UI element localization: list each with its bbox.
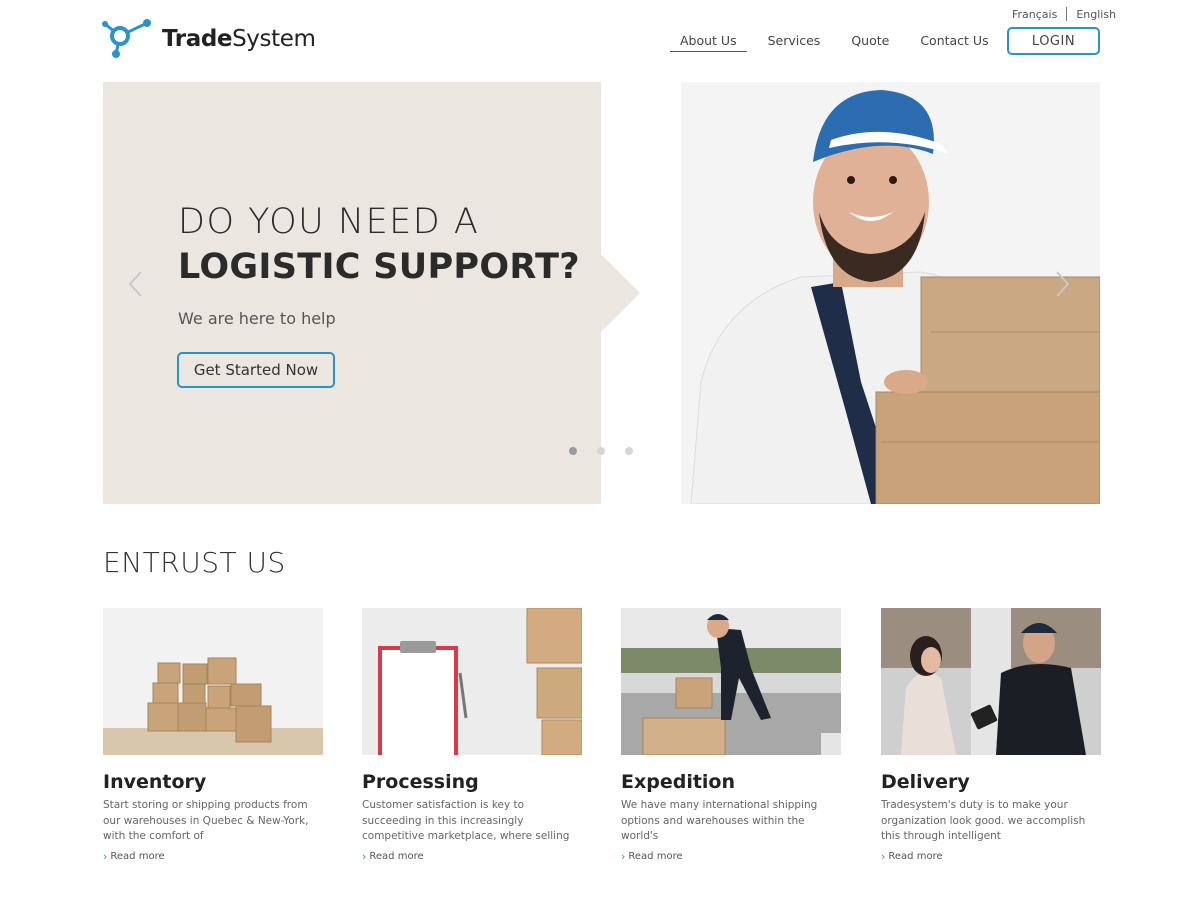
read-more-link[interactable]: › Read more <box>103 850 165 863</box>
card-text: Tradesystem's duty is to make your organ… <box>881 799 1086 842</box>
delivery-image <box>881 608 1101 755</box>
logo[interactable]: TradeSystem <box>102 18 316 60</box>
language-switch: Français English <box>1012 7 1116 21</box>
card-expedition: Expedition We have many international sh… <box>621 608 841 863</box>
hero-text-panel <box>103 82 601 504</box>
carousel-indicators <box>569 447 653 455</box>
card-title: Delivery <box>881 771 970 793</box>
nav-about-us[interactable]: About Us <box>670 33 747 52</box>
read-more-link[interactable]: › Read more <box>362 850 424 863</box>
chevron-right-icon: › <box>621 850 626 863</box>
card-text: Start storing or shipping products from … <box>103 799 309 842</box>
card-title: Processing <box>362 771 479 793</box>
nav-services[interactable]: Services <box>768 33 821 52</box>
card-text: Customer satisfaction is key to succeedi… <box>362 799 570 842</box>
inventory-image <box>103 608 323 755</box>
card-text: We have many international shipping opti… <box>621 799 818 842</box>
lang-divider <box>1066 7 1068 21</box>
read-more-link[interactable]: › Read more <box>621 850 683 863</box>
card-title: Expedition <box>621 771 736 793</box>
nav-contact-us[interactable]: Contact Us <box>920 33 988 52</box>
carousel-dot[interactable] <box>625 447 633 455</box>
chevron-right-icon: › <box>362 850 367 863</box>
card-title: Inventory <box>103 771 207 793</box>
hero-subtitle: We are here to help <box>178 309 336 328</box>
card-inventory: Inventory Start storing or shipping prod… <box>103 608 323 863</box>
expedition-image <box>621 608 841 755</box>
lang-english-link[interactable]: English <box>1076 8 1116 21</box>
section-title: ENTRUST US <box>103 546 286 579</box>
carousel-dot[interactable] <box>597 447 605 455</box>
chevron-left-icon[interactable] <box>127 270 143 298</box>
hero-carousel: DO YOU NEED A LOGISTIC SUPPORT? We are h… <box>103 82 1100 504</box>
logo-network-icon <box>102 19 151 58</box>
hero-heading-line2: LOGISTIC SUPPORT? <box>178 247 580 287</box>
hero-delivery-man-image <box>681 82 1100 504</box>
chevron-right-icon: › <box>881 850 886 863</box>
chevron-right-icon: › <box>103 850 108 863</box>
get-started-button[interactable]: Get Started Now <box>177 352 335 388</box>
card-processing: Processing Customer satisfaction is key … <box>362 608 582 863</box>
main-nav: About Us Services Quote Contact Us <box>670 33 1020 52</box>
logo-text: TradeSystem <box>162 26 316 52</box>
read-more-link[interactable]: › Read more <box>881 850 943 863</box>
chevron-right-icon[interactable] <box>1055 270 1071 298</box>
processing-image <box>362 608 582 755</box>
hero-heading-line1: DO YOU NEED A <box>178 202 480 242</box>
login-button[interactable]: LOGIN <box>1007 27 1100 55</box>
nav-quote[interactable]: Quote <box>851 33 889 52</box>
card-delivery: Delivery Tradesystem's duty is to make y… <box>881 608 1101 863</box>
lang-french-link[interactable]: Français <box>1012 8 1057 21</box>
hero-panel-pointer <box>601 254 640 332</box>
carousel-dot[interactable] <box>569 447 577 455</box>
